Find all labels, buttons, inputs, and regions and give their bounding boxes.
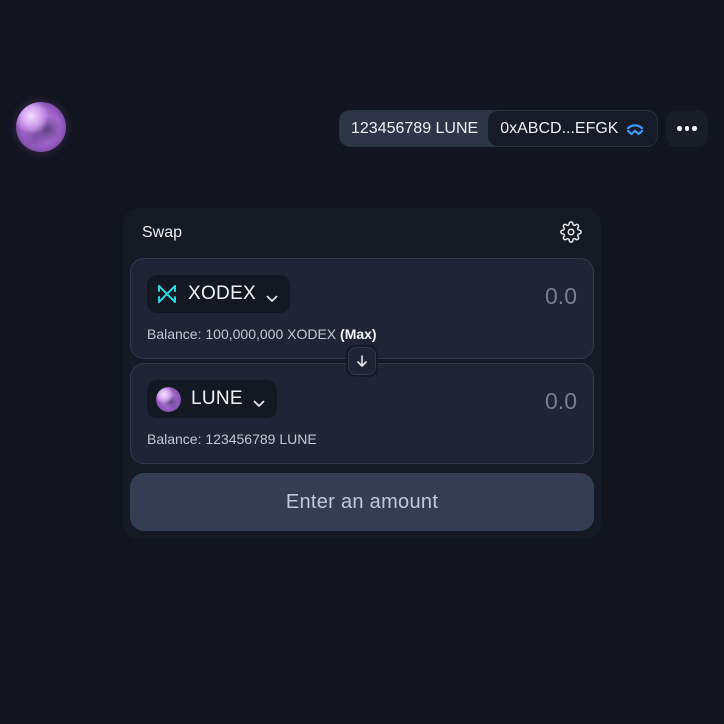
from-token-selector[interactable]: XODEX — [147, 275, 291, 313]
account-balance: 123456789 LUNE — [351, 119, 479, 137]
max-button[interactable]: (Max) — [340, 326, 377, 342]
more-options-button[interactable] — [666, 110, 708, 147]
walletconnect-icon — [626, 123, 644, 135]
from-balance: Balance: 100,000,000 XODEX (Max) — [147, 326, 377, 342]
wallet-address: 0xABCD...EFGK — [500, 119, 619, 137]
lune-icon — [156, 386, 181, 412]
account-pill[interactable]: 123456789 LUNE 0xABCD...EFGK — [339, 110, 658, 147]
enter-amount-button[interactable]: Enter an amount — [130, 473, 594, 531]
gear-icon[interactable] — [560, 221, 582, 243]
chevron-down-icon — [266, 290, 278, 302]
xodex-icon — [156, 283, 178, 305]
arrow-down-icon — [357, 355, 367, 367]
to-balance: Balance: 123456789 LUNE — [147, 431, 317, 447]
chevron-down-icon — [253, 395, 265, 407]
from-balance-text: Balance: 100,000,000 XODEX — [147, 326, 337, 342]
swap-title: Swap — [142, 224, 183, 241]
to-amount-input[interactable]: 0.0 — [545, 388, 577, 415]
flip-tokens-button[interactable] — [346, 345, 378, 377]
wallet-address-button[interactable]: 0xABCD...EFGK — [488, 111, 657, 146]
from-amount-input[interactable]: 0.0 — [545, 283, 577, 310]
from-token-name: XODEX — [188, 283, 257, 304]
to-token-selector[interactable]: LUNE — [147, 380, 277, 418]
to-token-panel: LUNE 0.0 Balance: 123456789 LUNE — [130, 363, 594, 464]
from-token-panel: XODEX 0.0 Balance: 100,000,000 XODEX (Ma… — [130, 258, 594, 359]
swap-card: Swap XODEX 0.0 Balance: 100,000,000 XODE… — [123, 208, 601, 539]
more-dots-icon — [677, 126, 682, 131]
to-token-name: LUNE — [191, 388, 243, 409]
moon-logo-icon[interactable] — [16, 102, 66, 152]
